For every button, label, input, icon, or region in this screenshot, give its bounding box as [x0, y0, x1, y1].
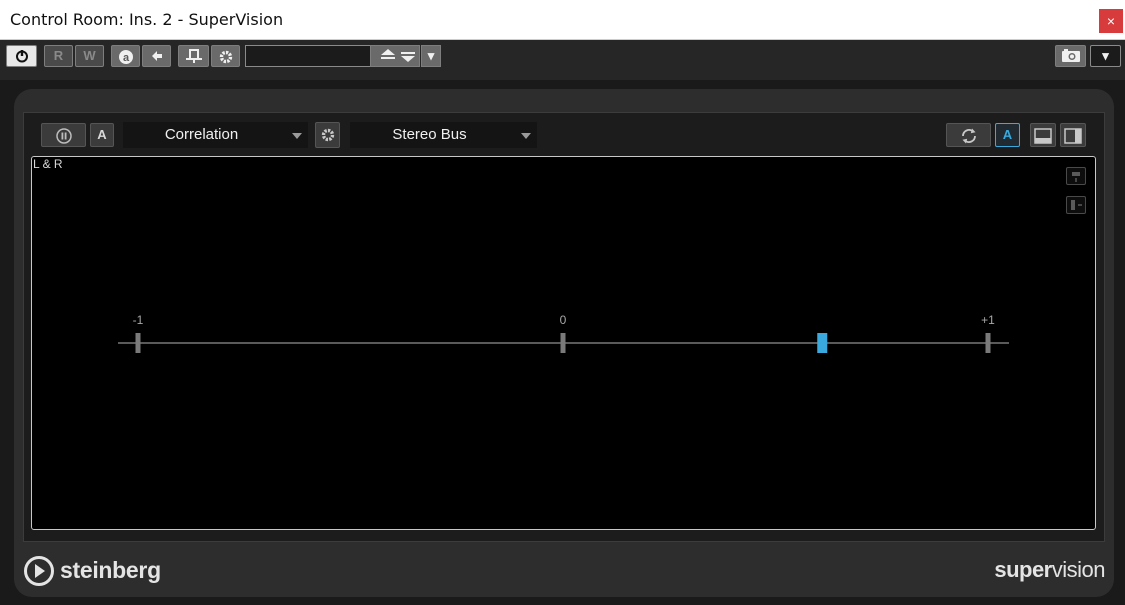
- snapshot-button[interactable]: [1055, 45, 1086, 67]
- meter-display: [31, 156, 1096, 530]
- host-toolbar: R W a ▾ ▾: [0, 40, 1125, 80]
- bus-selector[interactable]: Stereo Bus: [350, 122, 537, 148]
- chevron-down-icon: [292, 133, 302, 139]
- product-name: supervision: [994, 557, 1105, 583]
- preset-menu-button[interactable]: ▾: [421, 45, 441, 67]
- sidechain-button[interactable]: [178, 45, 209, 67]
- pause-button[interactable]: [41, 123, 86, 147]
- brand-name: steinberg: [60, 557, 161, 583]
- split-vertical-button[interactable]: [1066, 196, 1086, 214]
- sidechain-icon: [185, 49, 202, 63]
- read-automation-button[interactable]: R: [44, 45, 73, 67]
- window-titlebar: Control Room: Ins. 2 - SuperVision ×: [0, 0, 1125, 40]
- host-menu-button[interactable]: ▾: [1090, 45, 1121, 67]
- close-icon[interactable]: ×: [1099, 9, 1123, 33]
- gear-icon: [219, 50, 232, 64]
- panel-right-icon: [1064, 128, 1082, 144]
- write-automation-button[interactable]: W: [75, 45, 104, 67]
- power-button[interactable]: [6, 45, 37, 67]
- link-button[interactable]: A: [995, 123, 1020, 147]
- gear-icon: [321, 128, 334, 142]
- settings-button[interactable]: [211, 45, 240, 67]
- refresh-icon: [961, 128, 976, 144]
- module-selector[interactable]: Correlation: [123, 122, 308, 148]
- window-title: Control Room: Ins. 2 - SuperVision: [10, 10, 284, 29]
- split-horizontal-icon: [1072, 172, 1080, 182]
- panel-bottom-icon: [1034, 128, 1052, 144]
- compare-button[interactable]: [142, 45, 171, 67]
- camera-icon: [1061, 49, 1080, 62]
- preset-field[interactable]: [245, 45, 370, 67]
- module-settings-button[interactable]: [315, 122, 340, 148]
- auto-icon: a: [118, 50, 133, 64]
- auto-gain-button[interactable]: A: [90, 123, 114, 147]
- module-name: Correlation: [164, 126, 239, 143]
- layout-side-button[interactable]: [1060, 123, 1086, 147]
- pause-icon: [55, 128, 72, 144]
- product-name-b: vision: [1051, 557, 1106, 582]
- split-vertical-icon: [1071, 200, 1082, 210]
- product-name-a: super: [994, 557, 1052, 582]
- power-icon: [15, 50, 28, 63]
- steinberg-logo-icon: [24, 556, 54, 586]
- layout-bottom-button[interactable]: [1030, 123, 1056, 147]
- channel-label: L & R: [33, 157, 63, 171]
- automation-mode-button[interactable]: a: [111, 45, 140, 67]
- svg-text:a: a: [122, 52, 129, 64]
- arrow-left-icon: [151, 51, 162, 61]
- up-down-icon: [381, 49, 415, 62]
- chevron-down-icon: [521, 133, 531, 139]
- sync-button[interactable]: [946, 123, 991, 147]
- bus-name: Stereo Bus: [392, 126, 467, 143]
- preset-navigation[interactable]: [370, 45, 420, 67]
- split-horizontal-button[interactable]: [1066, 167, 1086, 185]
